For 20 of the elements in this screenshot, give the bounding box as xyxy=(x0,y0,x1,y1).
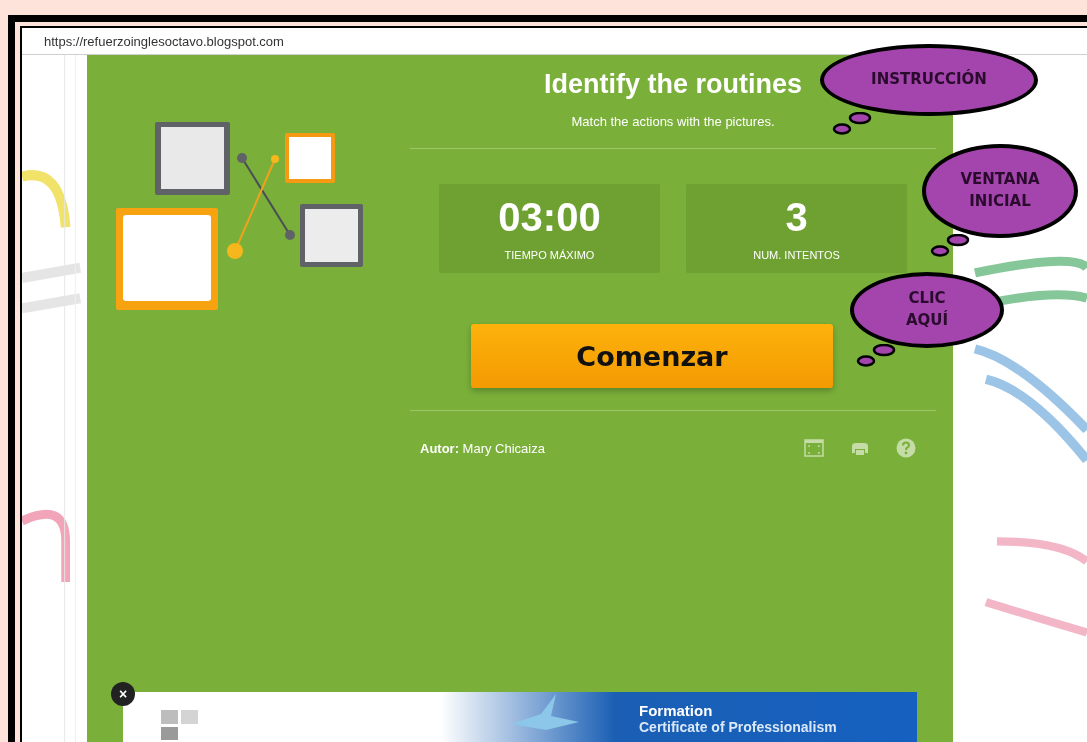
url-text: https://refuerzoinglesoctavo.blogspot.com xyxy=(44,33,284,49)
author-text: Autor: Mary Chicaiza xyxy=(420,440,545,456)
bubble-tail-icon xyxy=(856,344,896,368)
stat-value: 3 xyxy=(785,196,808,237)
ad-subheading: Certificate of Professionalism xyxy=(639,718,837,735)
activity-title: Identify the routines xyxy=(544,69,802,100)
paperclip-drawing xyxy=(22,170,71,228)
instruction-text: Match the actions with the pictures. xyxy=(571,114,775,129)
stat-label: TIEMPO MÁXIMO xyxy=(504,248,595,261)
stat-value: 03:00 xyxy=(498,196,601,237)
start-button[interactable]: Comenzar xyxy=(471,324,833,388)
squares-logo-icon xyxy=(161,710,201,740)
close-button[interactable]: × xyxy=(111,682,135,706)
stat-label: NUM. INTENTOS xyxy=(753,248,840,261)
bubble-tail-icon xyxy=(832,112,872,136)
help-icon[interactable] xyxy=(896,438,916,458)
bubble-tail-icon xyxy=(930,234,970,258)
paperclip-drawing xyxy=(22,510,71,582)
ad-heading: Formation xyxy=(639,701,714,719)
fullscreen-icon[interactable] xyxy=(804,439,824,457)
